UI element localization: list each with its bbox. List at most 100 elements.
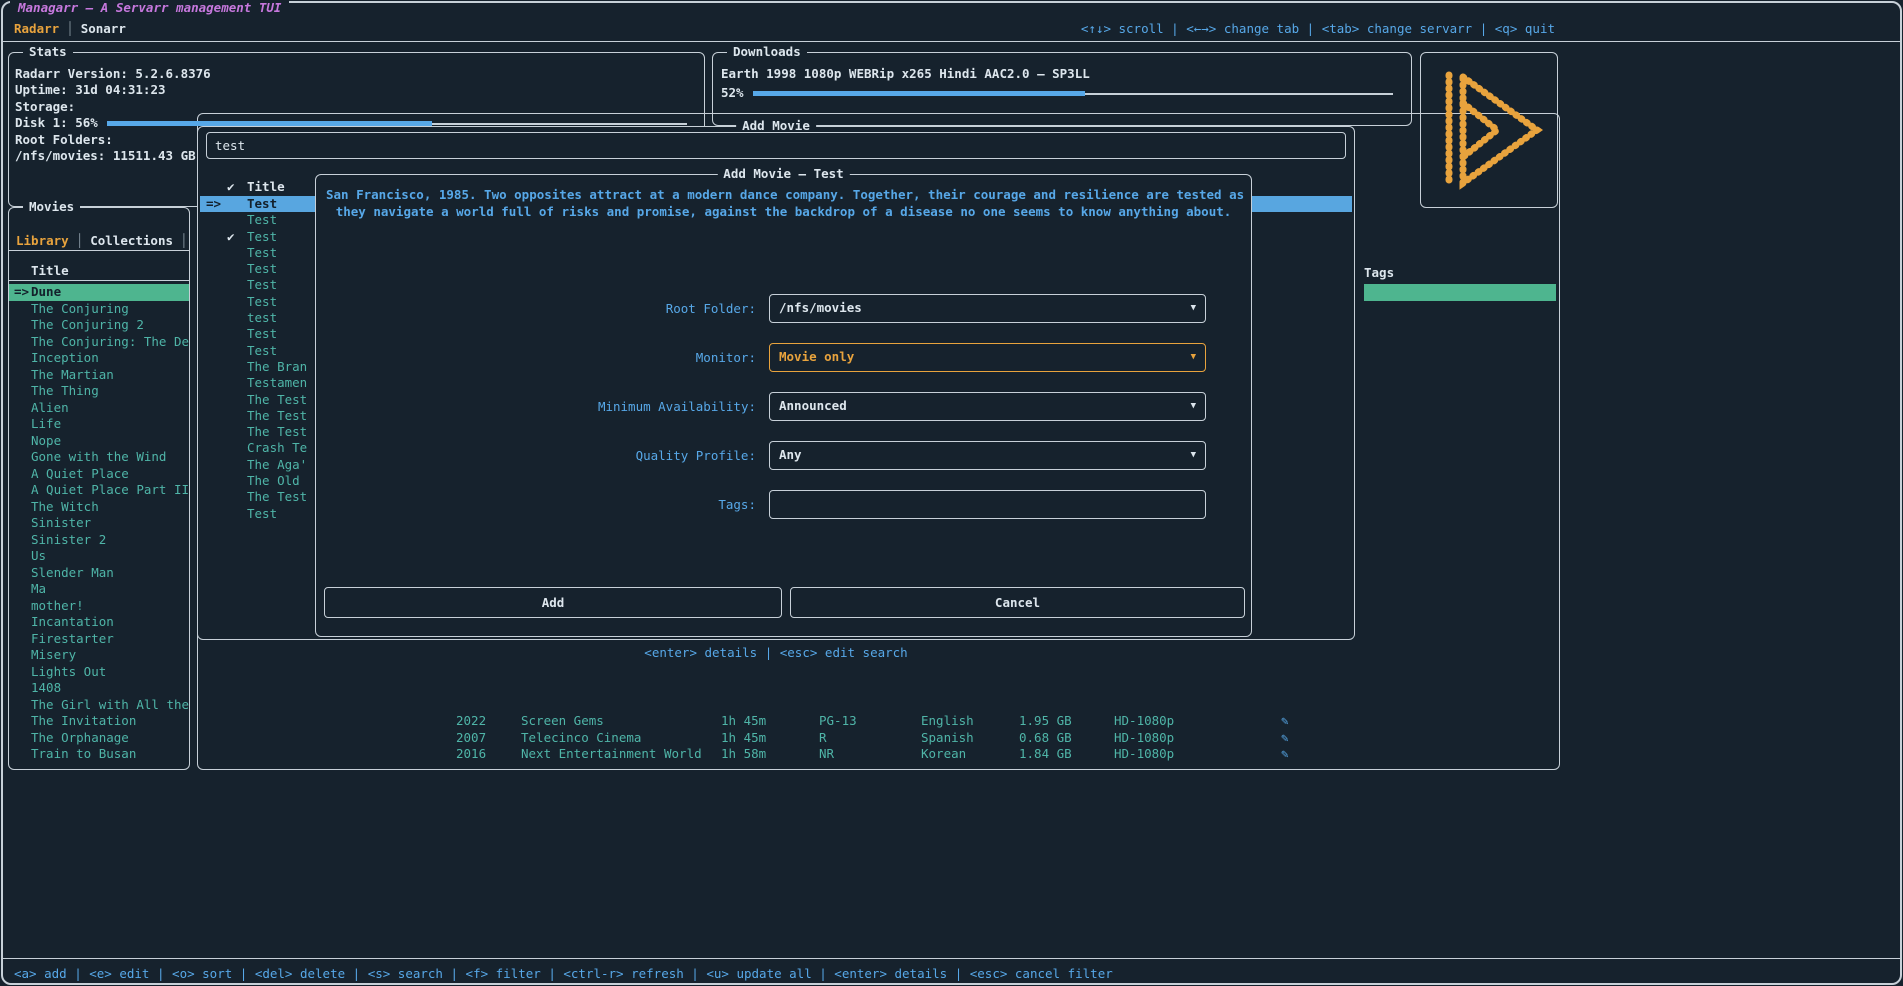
download-progress-fill bbox=[753, 91, 1086, 96]
movie-search-input[interactable] bbox=[206, 132, 1346, 159]
movie-list-item[interactable]: => A Quiet Place Part II bbox=[9, 482, 189, 499]
movie-list-item[interactable]: => A Quiet Place bbox=[9, 466, 189, 483]
tab-library[interactable]: Library bbox=[16, 233, 69, 248]
movie-list-item[interactable]: => Nope bbox=[9, 433, 189, 450]
download-progress-track bbox=[1085, 93, 1392, 95]
table-row[interactable]: 2016 Next Entertainment World 1h 58m NR … bbox=[198, 746, 1557, 763]
field-tags: Tags: bbox=[316, 490, 1251, 520]
divider bbox=[9, 250, 189, 251]
table-cell-rating: NR bbox=[819, 746, 834, 761]
results-column-header: Title bbox=[247, 179, 285, 194]
movie-list-item[interactable]: => The Orphanage bbox=[9, 730, 189, 747]
movie-list-item[interactable]: => Lights Out bbox=[9, 664, 189, 681]
movie-title: Alien bbox=[31, 400, 69, 415]
movie-list-item[interactable]: => Dune bbox=[9, 284, 189, 301]
divider bbox=[9, 280, 189, 281]
table-cell-runtime: 1h 58m bbox=[721, 746, 766, 761]
selection-arrow-icon: => bbox=[206, 196, 221, 211]
tab-collections[interactable]: Collections bbox=[90, 233, 173, 248]
cancel-button[interactable]: Cancel bbox=[790, 587, 1245, 618]
header-keybindings: <↑↓> scroll | <←→> change tab | <tab> ch… bbox=[1081, 21, 1555, 36]
movie-list-item[interactable]: => Train to Busan bbox=[9, 746, 189, 763]
chevron-down-icon: ▼ bbox=[1191, 295, 1196, 321]
download-item-title: Earth 1998 1080p WEBRip x265 Hindi AAC2.… bbox=[721, 66, 1090, 81]
tab-sonarr[interactable]: Sonarr bbox=[81, 21, 126, 36]
add-button[interactable]: Add bbox=[324, 587, 782, 618]
movie-title: The Conjuring 2 bbox=[31, 317, 144, 332]
table-cell-runtime: 1h 45m bbox=[721, 713, 766, 728]
movie-list-item[interactable]: => Life bbox=[9, 416, 189, 433]
minimum-availability-select[interactable]: Announced ▼ bbox=[769, 392, 1206, 421]
monitor-select[interactable]: Movie only ▼ bbox=[769, 343, 1206, 372]
stats-panel-title: Stats bbox=[23, 44, 73, 59]
table-cell-rating: PG-13 bbox=[819, 713, 857, 728]
movie-title: Sinister 2 bbox=[31, 532, 106, 547]
download-progress-bar bbox=[753, 90, 1393, 97]
movie-title: Dune bbox=[31, 284, 61, 299]
movie-title: Lights Out bbox=[31, 664, 106, 679]
result-title: Test bbox=[247, 343, 277, 358]
movies-panel: Movies Library│Collections│ Title => Dun… bbox=[8, 207, 190, 770]
table-row[interactable]: 2007 Telecinco Cinema 1h 45m R Spanish 0… bbox=[198, 730, 1557, 747]
downloads-panel-title: Downloads bbox=[727, 44, 807, 59]
footer-keybindings: <a> add | <e> edit | <o> sort | <del> de… bbox=[14, 966, 1113, 981]
movie-list-item[interactable]: => Sinister bbox=[9, 515, 189, 532]
movie-list-item[interactable]: => Incantation bbox=[9, 614, 189, 631]
movie-list-item[interactable]: => The Conjuring 2 bbox=[9, 317, 189, 334]
tags-input[interactable] bbox=[779, 491, 1196, 518]
chevron-down-icon: ▼ bbox=[1191, 442, 1196, 468]
table-cell-size: 1.95 GB bbox=[1019, 713, 1072, 728]
result-title: The Test bbox=[247, 424, 307, 439]
movie-list-item[interactable]: => The Conjuring: The De bbox=[9, 334, 189, 351]
root-folder-select[interactable]: /nfs/movies ▼ bbox=[769, 294, 1206, 323]
edit-pencil-icon: ✎ bbox=[1281, 730, 1289, 745]
table-cell-studio: Screen Gems bbox=[521, 713, 604, 728]
table-cell-year: 2007 bbox=[456, 730, 486, 745]
edit-pencil-icon: ✎ bbox=[1281, 746, 1289, 761]
quality-profile-select[interactable]: Any ▼ bbox=[769, 441, 1206, 470]
table-cell-quality: HD-1080p bbox=[1114, 713, 1174, 728]
movie-description-line2: they navigate a world full of risks and … bbox=[326, 204, 1241, 219]
result-title: Test bbox=[247, 229, 277, 244]
movie-list-item[interactable]: => mother! bbox=[9, 598, 189, 615]
root-folder-size: /nfs/movies: 11511.43 GB bbox=[15, 148, 196, 163]
movie-title: The Martian bbox=[31, 367, 114, 382]
movie-list-item[interactable]: => Us bbox=[9, 548, 189, 565]
result-title: Test bbox=[247, 261, 277, 276]
movie-list-item[interactable]: => Sinister 2 bbox=[9, 532, 189, 549]
managarr-screen: Managarr — A Servarr management TUI Rada… bbox=[0, 0, 1903, 986]
movie-title: mother! bbox=[31, 598, 84, 613]
movie-list-item[interactable]: => Firestarter bbox=[9, 631, 189, 648]
movie-list-item[interactable]: => The Girl with All the bbox=[9, 697, 189, 714]
movie-title: Life bbox=[31, 416, 61, 431]
tab-radarr[interactable]: Radarr bbox=[14, 21, 59, 36]
result-title: Test bbox=[247, 277, 277, 292]
movie-list-item[interactable]: => Alien bbox=[9, 400, 189, 417]
movie-list-item[interactable]: => 1408 bbox=[9, 680, 189, 697]
movie-list-item[interactable]: => Inception bbox=[9, 350, 189, 367]
movie-list-item[interactable]: => Misery bbox=[9, 647, 189, 664]
movie-title: A Quiet Place Part II bbox=[31, 482, 189, 497]
movie-list-item[interactable]: => The Martian bbox=[9, 367, 189, 384]
result-title: The Test bbox=[247, 408, 307, 423]
movie-list-item[interactable]: => Ma bbox=[9, 581, 189, 598]
field-label: Minimum Availability: bbox=[316, 399, 756, 414]
app-title: Managarr — A Servarr management TUI bbox=[10, 0, 289, 15]
checkmark-icon: ✔ bbox=[227, 229, 235, 244]
table-row[interactable]: 2022 Screen Gems 1h 45m PG-13 English 1.… bbox=[198, 713, 1557, 730]
movie-title: Firestarter bbox=[31, 631, 114, 646]
movie-list-item[interactable]: => The Invitation bbox=[9, 713, 189, 730]
movie-title: The Girl with All the bbox=[31, 697, 189, 712]
downloads-panel: Downloads Earth 1998 1080p WEBRip x265 H… bbox=[712, 52, 1412, 126]
movie-list-item[interactable]: => The Conjuring bbox=[9, 301, 189, 318]
table-cell-size: 1.84 GB bbox=[1019, 746, 1072, 761]
movie-list-item[interactable]: => The Thing bbox=[9, 383, 189, 400]
movie-description-line1: San Francisco, 1985. Two opposites attra… bbox=[326, 187, 1241, 202]
result-title: The Bran bbox=[247, 359, 307, 374]
table-cell-language: Spanish bbox=[921, 730, 974, 745]
movie-title: Gone with the Wind bbox=[31, 449, 166, 464]
movie-list-item[interactable]: => The Witch bbox=[9, 499, 189, 516]
movie-list-item[interactable]: => Gone with the Wind bbox=[9, 449, 189, 466]
checkmark-icon: ✔ bbox=[227, 179, 235, 194]
movie-list-item[interactable]: => Slender Man bbox=[9, 565, 189, 582]
